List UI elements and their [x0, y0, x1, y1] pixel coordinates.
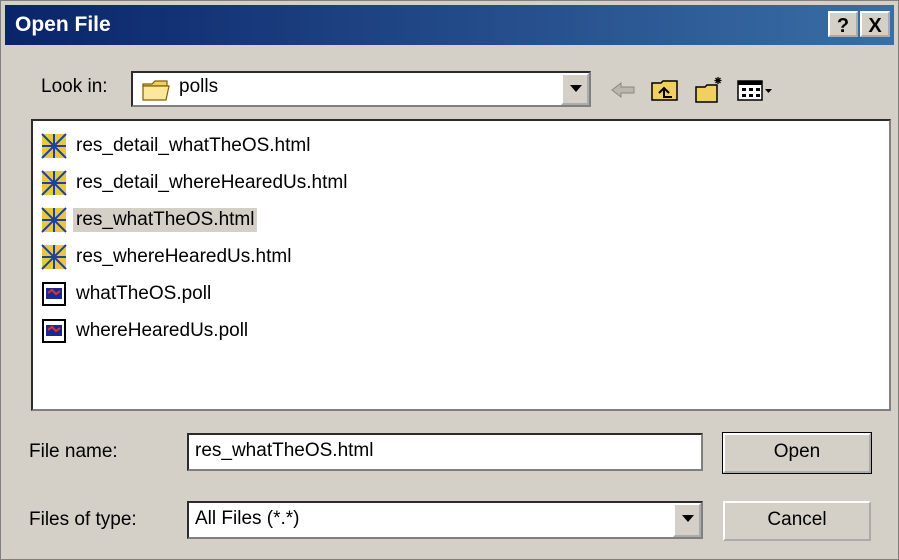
file-name-label: File name: — [29, 441, 118, 462]
file-item[interactable]: whatTheOS.poll — [41, 279, 214, 309]
file-item[interactable]: whereHearedUs.poll — [41, 316, 251, 346]
back-arrow-icon[interactable] — [607, 75, 639, 105]
view-menu-icon[interactable] — [735, 75, 775, 105]
title-bar[interactable]: Open File ? X — [5, 5, 894, 45]
look-in-label: Look in: — [41, 76, 108, 97]
html-file-icon — [41, 244, 67, 270]
file-list[interactable]: res_detail_whatTheOS.html res_detail_whe… — [31, 119, 891, 411]
html-file-icon — [41, 207, 67, 233]
up-folder-icon[interactable] — [649, 75, 681, 105]
close-button[interactable]: X — [860, 11, 890, 37]
file-item-selected[interactable]: res_whatTheOS.html — [41, 205, 258, 235]
folder-icon — [142, 80, 170, 101]
look-in-dropdown-button[interactable] — [561, 73, 589, 105]
open-file-dialog: Open File ? X Look in: polls res_detail_… — [0, 0, 899, 560]
file-type-value: All Files (*.*) — [195, 508, 300, 529]
file-item[interactable]: res_whereHearedUs.html — [41, 242, 294, 272]
poll-file-icon — [42, 282, 66, 306]
file-type-dropdown-button[interactable] — [673, 503, 701, 537]
look-in-dropdown[interactable]: polls — [131, 71, 591, 107]
new-folder-icon[interactable] — [693, 75, 725, 105]
html-file-icon — [41, 133, 67, 159]
file-name-input[interactable]: res_whatTheOS.html — [187, 433, 703, 471]
poll-file-icon — [42, 319, 66, 343]
file-item[interactable]: res_detail_whatTheOS.html — [41, 131, 313, 161]
file-type-dropdown[interactable]: All Files (*.*) — [187, 501, 703, 539]
look-in-value: polls — [179, 76, 219, 97]
open-button[interactable]: Open — [722, 432, 872, 474]
file-type-label: Files of type: — [29, 509, 137, 530]
help-button[interactable]: ? — [828, 11, 858, 37]
file-item[interactable]: res_detail_whereHearedUs.html — [41, 168, 350, 198]
html-file-icon — [41, 170, 67, 196]
window-title: Open File — [15, 13, 111, 36]
cancel-button[interactable]: Cancel — [723, 501, 871, 541]
